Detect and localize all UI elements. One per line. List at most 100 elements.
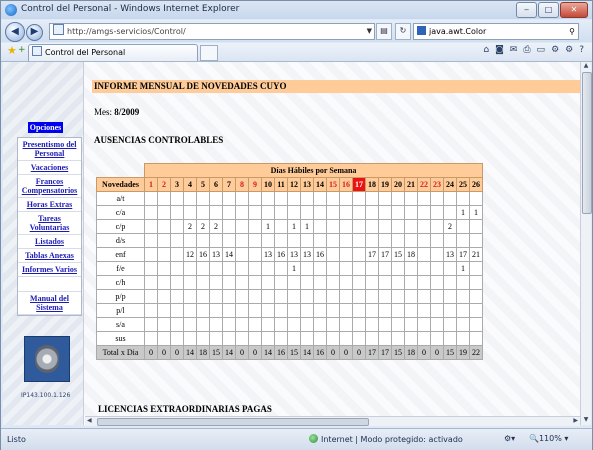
mail-icon[interactable]: ✉ xyxy=(510,45,518,55)
total-cell: 14 xyxy=(183,345,197,360)
table-cell xyxy=(274,261,288,276)
sidebar-item-listados[interactable]: Listados xyxy=(18,235,81,249)
table-cell xyxy=(417,191,431,206)
table-cell xyxy=(144,261,158,276)
table-cell xyxy=(170,275,184,290)
page-menu-icon[interactable]: ▭ xyxy=(537,45,546,55)
forward-button[interactable]: ▶ xyxy=(26,24,43,41)
table-cell xyxy=(183,205,197,220)
compatibility-icon[interactable]: ▤ xyxy=(376,23,392,40)
table-cell xyxy=(144,219,158,234)
table-cell xyxy=(391,317,405,332)
table-cell xyxy=(196,191,210,206)
scroll-up-icon[interactable]: ▲ xyxy=(581,62,591,71)
table-cell xyxy=(209,275,223,290)
table-cell xyxy=(157,331,171,346)
table-cell xyxy=(417,247,431,262)
sidebar-item-manual[interactable]: Manual del Sistema xyxy=(18,292,81,315)
tab-control-del-personal[interactable]: Control del Personal xyxy=(28,44,198,61)
day-header-cell: 19 xyxy=(378,177,392,192)
favorites-star-icon[interactable]: ★ xyxy=(7,44,17,57)
maximize-button[interactable]: □ xyxy=(538,2,559,18)
table-cell xyxy=(326,303,340,318)
refresh-icon[interactable]: ↻ xyxy=(395,23,411,40)
security-zone[interactable]: Internet | Modo protegido: activado xyxy=(309,434,463,444)
sidebar-item-presentismo[interactable]: Presentismo del Personal xyxy=(18,138,81,161)
table-cell xyxy=(235,331,249,346)
table-cell xyxy=(287,191,301,206)
table-cell xyxy=(339,191,353,206)
new-tab-button[interactable] xyxy=(200,45,218,61)
table-row: d/s xyxy=(96,233,483,248)
table-cell: 1 xyxy=(287,261,301,276)
page-icon xyxy=(32,46,42,56)
total-cell: 0 xyxy=(248,345,262,360)
table-cell: 16 xyxy=(196,247,210,262)
sidebar-item-tablas[interactable]: Tablas Anexas xyxy=(18,249,81,263)
day-header-cell: 20 xyxy=(391,177,405,192)
scroll-left-icon[interactable]: ◀ xyxy=(87,417,92,424)
table-cell xyxy=(352,261,366,276)
horizontal-scroll-thumb[interactable] xyxy=(97,418,369,426)
day-header-cell: 5 xyxy=(196,177,210,192)
table-cell xyxy=(365,233,379,248)
search-icon[interactable]: ⚲ xyxy=(569,24,575,39)
vertical-scroll-thumb[interactable] xyxy=(582,72,592,214)
table-cell xyxy=(248,191,262,206)
table-row: c/p 2 2 2 1 1 1 2 xyxy=(96,219,483,234)
horizontal-scrollbar[interactable]: ◀ ▶ xyxy=(85,416,580,426)
back-button[interactable]: ◀ xyxy=(5,22,25,42)
search-input[interactable]: java.awt.Color ⚲ xyxy=(413,23,579,40)
logo xyxy=(24,336,70,382)
day-header-cell: 1 xyxy=(144,177,158,192)
row-label: c/a xyxy=(96,205,145,220)
dias-habiles-header: Días Hábiles por Semana xyxy=(144,163,483,178)
tools-menu-icon[interactable]: ⚙ xyxy=(565,45,573,55)
table-cell xyxy=(287,303,301,318)
table-cell: 1 xyxy=(469,205,483,220)
table-cell xyxy=(378,275,392,290)
table-cell xyxy=(443,289,457,304)
table-cell xyxy=(209,233,223,248)
scroll-right-icon[interactable]: ▶ xyxy=(573,417,578,424)
feeds-icon[interactable]: ◙ xyxy=(495,45,504,55)
total-cell: 18 xyxy=(404,345,418,360)
table-cell: 13 xyxy=(443,247,457,262)
address-input[interactable]: http://amgs-servicios/Control/ ▼ xyxy=(49,23,375,40)
table-cell xyxy=(144,289,158,304)
vertical-scrollbar[interactable]: ▲ ▼ xyxy=(580,62,592,425)
help-icon[interactable]: ? xyxy=(579,45,584,55)
total-cell: 15 xyxy=(287,345,301,360)
table-cell xyxy=(443,191,457,206)
table-cell xyxy=(378,317,392,332)
sidebar-item-vacaciones[interactable]: Vacaciones xyxy=(18,161,81,175)
table-cell xyxy=(287,317,301,332)
scroll-down-icon[interactable]: ▼ xyxy=(581,416,591,425)
sidebar-header: Opciones xyxy=(28,122,63,133)
day-header-cell: 21 xyxy=(404,177,418,192)
minimize-button[interactable]: ‒ xyxy=(516,2,537,18)
print-icon[interactable]: ⎙ xyxy=(523,45,530,55)
table-cell xyxy=(352,303,366,318)
zoom-level[interactable]: 🔍110% ▾ xyxy=(529,434,568,443)
table-cell xyxy=(183,331,197,346)
table-cell xyxy=(261,331,275,346)
home-icon[interactable]: ⌂ xyxy=(483,45,489,55)
sidebar-item-horas-extras[interactable]: Horas Extras xyxy=(18,198,81,212)
total-cell: 0 xyxy=(326,345,340,360)
protected-mode-icon[interactable]: ⚙▾ xyxy=(504,434,515,443)
table-cell xyxy=(170,261,184,276)
page-icon xyxy=(53,24,64,35)
table-cell xyxy=(287,331,301,346)
safety-menu-icon[interactable]: ⚙ xyxy=(551,45,559,55)
sidebar-item-tareas[interactable]: Tareas Voluntarias xyxy=(18,212,81,235)
chevron-down-icon[interactable]: ▼ xyxy=(367,24,372,39)
close-button[interactable]: ✕ xyxy=(560,2,588,18)
table-cell xyxy=(274,233,288,248)
table-cell xyxy=(248,331,262,346)
add-favorites-icon[interactable]: + xyxy=(18,45,26,55)
sidebar-item-francos[interactable]: Francos Compensatorios xyxy=(18,175,81,198)
sidebar-item-informes[interactable]: Informes Varios xyxy=(18,263,81,277)
table-cell xyxy=(222,303,236,318)
table-cell xyxy=(339,303,353,318)
